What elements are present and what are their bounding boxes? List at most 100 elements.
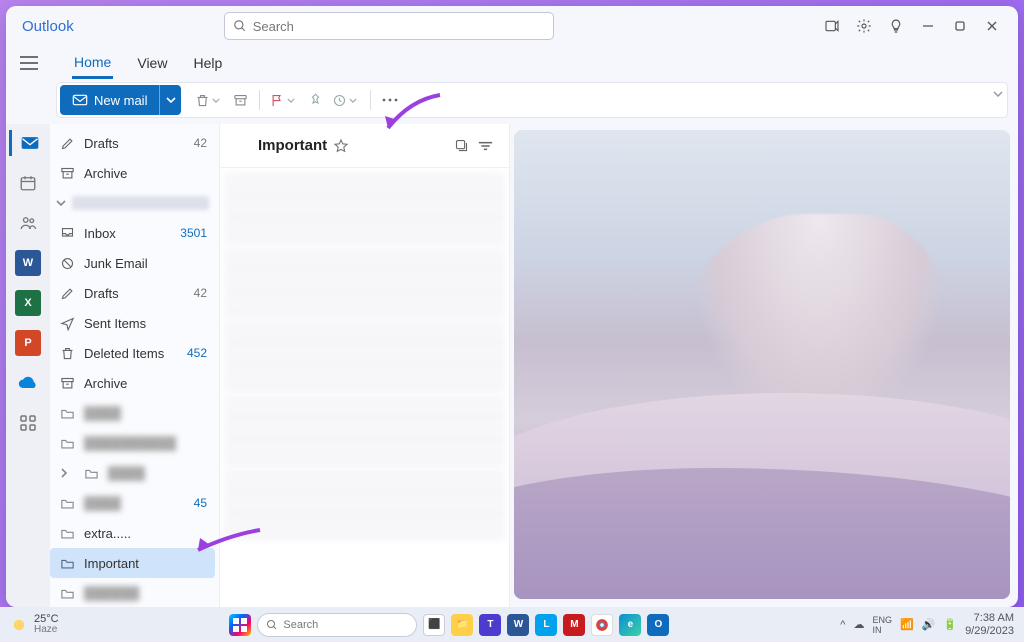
hamburger-button[interactable] [20, 56, 42, 70]
message-item[interactable] [224, 172, 505, 244]
junk-icon [60, 256, 76, 271]
folder-drafts[interactable]: Drafts42 [50, 278, 215, 308]
tray-chevron-icon[interactable]: ^ [840, 619, 845, 631]
select-mode-button[interactable] [449, 134, 473, 158]
folder-icon [60, 557, 76, 570]
search-placeholder: Search [253, 19, 294, 34]
lightbulb-icon [888, 18, 904, 34]
menu-view[interactable]: View [135, 49, 169, 77]
message-items[interactable] [220, 168, 509, 607]
pin-icon [308, 93, 323, 108]
reading-pane [514, 130, 1010, 599]
close-button[interactable] [976, 12, 1008, 40]
taskbar-search[interactable]: Search [257, 613, 417, 637]
folder-icon [60, 437, 76, 450]
battery-icon[interactable]: 🔋 [943, 618, 957, 631]
task-view[interactable]: ⬛ [423, 614, 445, 636]
outlook-task[interactable]: O [647, 614, 669, 636]
message-item[interactable] [224, 468, 505, 540]
folder-custom-1[interactable]: ████ [50, 398, 215, 428]
settings-button[interactable] [848, 12, 880, 40]
teams[interactable]: T [479, 614, 501, 636]
cloud-icon[interactable]: ☁ [853, 618, 864, 631]
account-toggle[interactable] [50, 188, 215, 218]
snooze-button[interactable] [328, 87, 364, 113]
clock-icon [332, 93, 347, 108]
fav-archive[interactable]: Archive [50, 158, 215, 188]
clock-date: 9/29/2023 [965, 625, 1014, 637]
menu-home[interactable]: Home [72, 48, 113, 79]
message-item[interactable] [224, 394, 505, 466]
ribbon-toolbar: New mail [56, 82, 1008, 118]
new-mail-button[interactable]: New mail [60, 85, 159, 115]
language-indicator[interactable]: ENGIN [872, 615, 892, 635]
archive-button[interactable] [227, 87, 253, 113]
pin-button[interactable] [302, 87, 328, 113]
windows-taskbar: 25°C Haze Search ⬛ 📁 T W L M e O ^ ☁ ENG… [0, 607, 1024, 642]
tips-button[interactable] [880, 12, 912, 40]
fav-drafts[interactable]: Drafts42 [50, 128, 215, 158]
folder-custom-2[interactable]: ██████████ [50, 428, 215, 458]
explorer[interactable]: 📁 [451, 614, 473, 636]
rail-powerpoint[interactable]: P [15, 330, 41, 356]
wifi-icon[interactable]: 📶 [900, 618, 914, 631]
maximize-button[interactable] [944, 12, 976, 40]
edge[interactable]: e [619, 614, 641, 636]
rail-word[interactable]: W [15, 250, 41, 276]
folder-custom-5[interactable]: ██████ [50, 578, 215, 607]
chrome[interactable] [591, 614, 613, 636]
volume-icon[interactable]: 🔊 [922, 618, 936, 631]
delete-button[interactable] [191, 87, 227, 113]
rail-people[interactable] [15, 210, 41, 236]
rail-calendar[interactable] [15, 170, 41, 196]
favorite-star-icon[interactable] [333, 138, 349, 154]
system-tray[interactable]: ^ ☁ ENGIN 📶 🔊 🔋 7:38 AM 9/29/2023 [840, 612, 1014, 636]
rail-mail[interactable] [9, 130, 47, 156]
archive-icon [60, 376, 76, 391]
folder-icon [84, 467, 100, 480]
flag-icon [270, 93, 285, 108]
my-day-button[interactable] [816, 12, 848, 40]
filter-button[interactable] [473, 134, 497, 158]
search-icon [233, 19, 247, 33]
rail-onedrive[interactable] [15, 370, 41, 396]
search-input[interactable]: Search [224, 12, 554, 40]
folder-extra[interactable]: extra..... [50, 518, 215, 548]
trash-icon [195, 93, 210, 108]
start-button[interactable] [229, 614, 251, 636]
message-item[interactable] [224, 320, 505, 392]
folder-important[interactable]: Important [50, 548, 215, 578]
mail-icon [72, 93, 88, 107]
folder-title: Important [258, 137, 327, 154]
folder-junk[interactable]: Junk Email [50, 248, 215, 278]
folder-custom-4[interactable]: ████45 [50, 488, 215, 518]
folder-inbox[interactable]: Inbox3501 [50, 218, 215, 248]
taskbar-weather[interactable]: 25°C Haze [10, 614, 59, 635]
minimize-button[interactable] [912, 12, 944, 40]
app-l[interactable]: L [535, 614, 557, 636]
folder-custom-3[interactable]: ████ [50, 458, 215, 488]
archive-icon [233, 93, 248, 108]
word[interactable]: W [507, 614, 529, 636]
more-button[interactable] [377, 87, 403, 113]
weather-icon [10, 616, 28, 634]
folder-deleted[interactable]: Deleted Items452 [50, 338, 215, 368]
gear-icon [856, 18, 872, 34]
sent-icon [60, 316, 76, 331]
app-rail: W X P [6, 124, 50, 607]
folder-archive[interactable]: Archive [50, 368, 215, 398]
flag-button[interactable] [266, 87, 302, 113]
message-list-header: Important [220, 124, 509, 168]
message-item[interactable] [224, 246, 505, 318]
clock-time: 7:38 AM [965, 612, 1014, 624]
rail-more-apps[interactable] [15, 410, 41, 436]
folder-sent[interactable]: Sent Items [50, 308, 215, 338]
rail-excel[interactable]: X [15, 290, 41, 316]
ellipsis-icon [382, 98, 398, 102]
ribbon-expand[interactable] [993, 91, 1003, 97]
message-list: Important [220, 124, 510, 607]
trash-icon [60, 346, 76, 361]
mcafee[interactable]: M [563, 614, 585, 636]
menu-help[interactable]: Help [191, 49, 224, 77]
new-mail-dropdown[interactable] [159, 85, 181, 115]
